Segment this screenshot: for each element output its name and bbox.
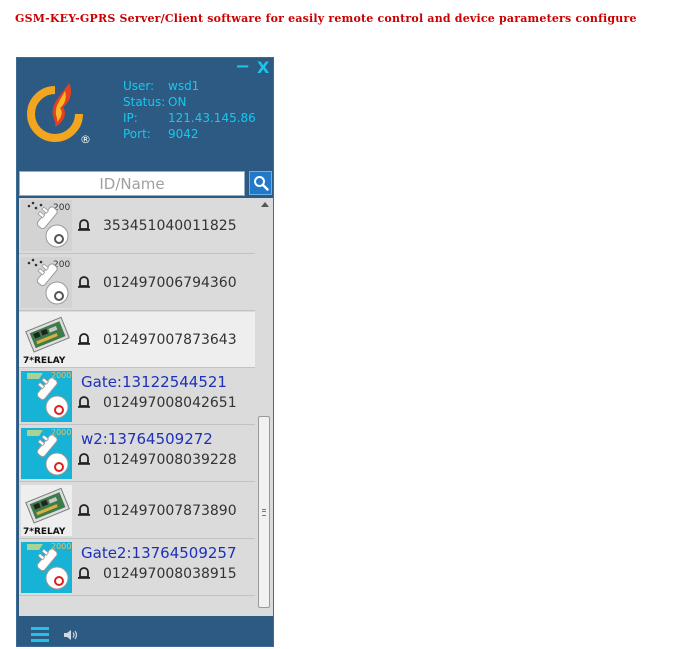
bell-icon (78, 276, 90, 288)
bell-icon (78, 567, 90, 579)
device-list: 200 353451040011825 200 012497006794360 … (19, 198, 273, 616)
status-label: Status: (123, 95, 166, 109)
device-id: 012497007873643 (103, 332, 237, 348)
list-scrollbar[interactable] (257, 198, 273, 616)
bell-icon (78, 333, 90, 345)
device-id: 012497008039228 (103, 452, 237, 468)
device-id: 353451040011825 (103, 218, 237, 234)
flame-swirl-logo: ® (27, 83, 91, 146)
key-icon: 200 (21, 200, 72, 251)
key-icon: 2000 (21, 371, 72, 422)
close-button[interactable]: X (257, 58, 269, 77)
device-id: 012497008042651 (103, 395, 237, 411)
search-button[interactable] (249, 171, 272, 195)
search-icon (253, 176, 269, 191)
user-label: User: (123, 79, 155, 93)
footer-bar (17, 618, 273, 646)
connection-info: User: wsd1 Status: ON IP: 121.43.145.86 Por… (123, 78, 256, 142)
device-row[interactable]: 2000 w2:13764509272 012497008039228 (19, 426, 255, 482)
key-icon: 2000 (21, 428, 72, 479)
bell-icon (78, 396, 90, 408)
scrollbar-thumb[interactable] (258, 416, 270, 608)
registered-mark: ® (80, 133, 91, 146)
port-value: 9042 (168, 127, 199, 141)
minimize-button[interactable]: − (235, 56, 250, 77)
search-box (19, 171, 245, 196)
key-icon: 200 (21, 257, 72, 308)
device-name: Gate2:13764509257 (81, 544, 237, 562)
device-row[interactable]: 7*RELAY 012497007873890 (19, 483, 255, 539)
device-row[interactable]: 200 012497006794360 (19, 255, 255, 311)
page-headline: GSM-KEY-GPRS Server/Client software for … (15, 12, 637, 25)
status-value: ON (168, 95, 187, 109)
relay-board-icon: 7*RELAY (21, 485, 72, 536)
menu-icon[interactable] (31, 627, 49, 643)
device-row[interactable]: 7*RELAY 012497007873643 (19, 312, 255, 368)
device-name: w2:13764509272 (81, 430, 213, 448)
device-id: 012497008038915 (103, 566, 237, 582)
search-input[interactable] (20, 172, 244, 195)
device-id: 012497006794360 (103, 275, 237, 291)
svg-text:7*RELAY: 7*RELAY (23, 356, 66, 365)
bell-icon (78, 453, 90, 465)
port-label: Port: (123, 127, 151, 141)
device-row[interactable]: 2000 Gate:13122544521 012497008042651 (19, 369, 255, 425)
relay-board-icon: 7*RELAY (21, 314, 72, 365)
ip-value: 121.43.145.86 (168, 111, 256, 125)
speaker-icon[interactable] (63, 628, 79, 642)
bell-icon (78, 219, 90, 231)
key-icon: 2000 (21, 542, 72, 593)
device-name: Gate:13122544521 (81, 373, 227, 391)
svg-text:7*RELAY: 7*RELAY (23, 527, 66, 536)
ip-label: IP: (123, 111, 138, 125)
scroll-up-arrow[interactable] (261, 202, 269, 207)
device-manager-window: − X ® User: wsd1 Status: ON IP: 121.43.145.… (16, 56, 274, 647)
device-row[interactable]: 200 353451040011825 (19, 198, 255, 254)
device-id: 012497007873890 (103, 503, 237, 519)
bell-icon (78, 504, 90, 516)
user-value: wsd1 (168, 79, 200, 93)
device-row[interactable]: 2000 Gate2:13764509257 012497008038915 (19, 540, 255, 596)
